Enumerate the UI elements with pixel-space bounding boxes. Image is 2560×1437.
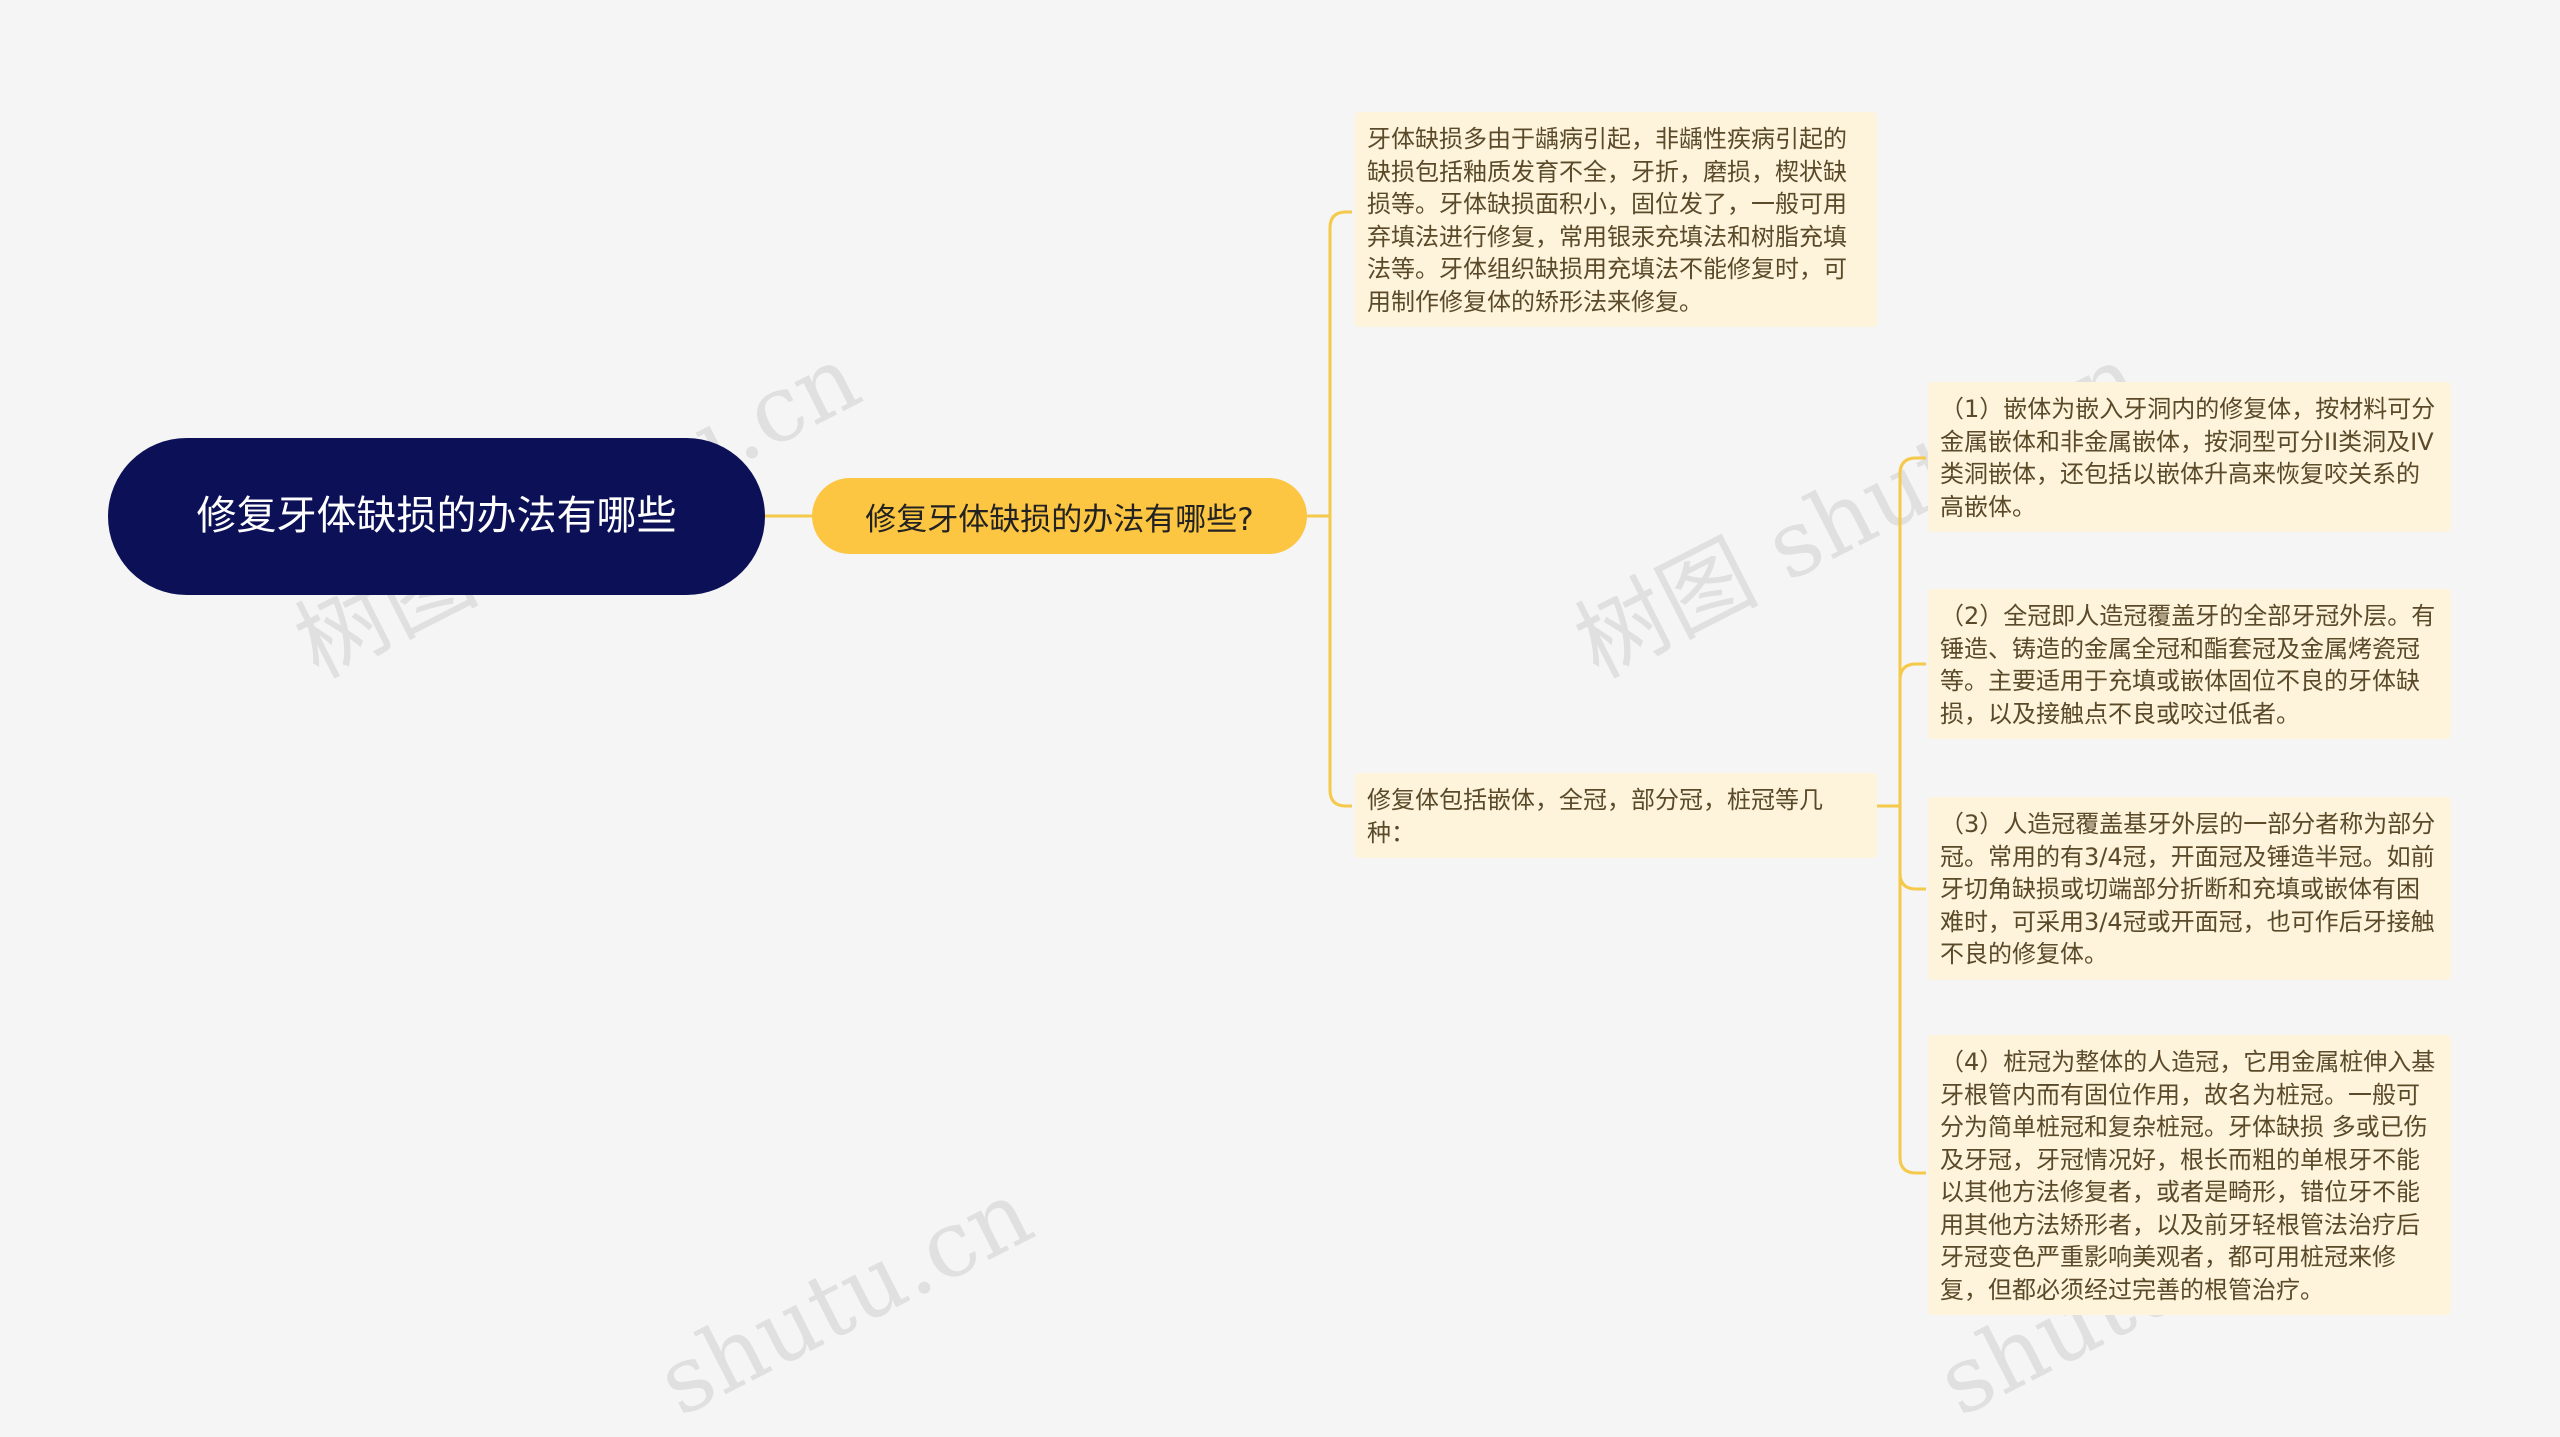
- connector-branch-1: [1328, 210, 1352, 516]
- connector-sub-3: [1898, 806, 1926, 891]
- sub-item-node[interactable]: （3）人造冠覆盖基牙外层的一部分者称为部分冠。常用的有3/4冠，开面冠及锤造半冠…: [1928, 797, 2451, 980]
- branch-text: 牙体缺损多由于龋病引起，非龋性疾病引起的缺损包括釉质发育不全，牙折，磨损，楔状缺…: [1367, 125, 1847, 316]
- connector-sub-2: [1898, 662, 1926, 806]
- root-node-label: 修复牙体缺损的办法有哪些: [196, 493, 677, 539]
- connector-sub-1: [1898, 456, 1926, 806]
- sub-item-text: （2）全冠即人造冠覆盖牙的全部牙冠外层。有锤造、铸造的金属全冠和酯套冠及金属烤瓷…: [1940, 602, 2436, 728]
- sub-item-text: （4）桩冠为整体的人造冠，它用金属桩伸入基牙根管内而有固位作用，故名为桩冠。一般…: [1940, 1048, 2436, 1304]
- connector-branch-2: [1328, 516, 1352, 808]
- connector-sub-4: [1898, 806, 1926, 1175]
- sub-item-node[interactable]: （2）全冠即人造冠覆盖牙的全部牙冠外层。有锤造、铸造的金属全冠和酯套冠及金属烤瓷…: [1928, 589, 2451, 739]
- sub-item-node[interactable]: （1）嵌体为嵌入牙洞内的修复体，按材料可分金属嵌体和非金属嵌体，按洞型可分II类…: [1928, 382, 2451, 532]
- branch-node[interactable]: 修复体包括嵌体，全冠，部分冠，桩冠等几种：: [1355, 773, 1877, 858]
- root-node[interactable]: 修复牙体缺损的办法有哪些: [108, 438, 765, 595]
- sub-item-node[interactable]: （4）桩冠为整体的人造冠，它用金属桩伸入基牙根管内而有固位作用，故名为桩冠。一般…: [1928, 1035, 2451, 1315]
- main-topic-node[interactable]: 修复牙体缺损的办法有哪些?: [812, 478, 1307, 554]
- sub-item-text: （3）人造冠覆盖基牙外层的一部分者称为部分冠。常用的有3/4冠，开面冠及锤造半冠…: [1940, 810, 2436, 968]
- branch-text: 修复体包括嵌体，全冠，部分冠，桩冠等几种：: [1367, 786, 1823, 847]
- sub-item-text: （1）嵌体为嵌入牙洞内的修复体，按材料可分金属嵌体和非金属嵌体，按洞型可分II类…: [1940, 395, 2436, 521]
- mindmap-canvas: 树图 shutu.cn 树图 shutu.cn shutu.cn shutu.c…: [0, 0, 2560, 1437]
- main-topic-label: 修复牙体缺损的办法有哪些?: [865, 501, 1254, 538]
- branch-node[interactable]: 牙体缺损多由于龋病引起，非龋性疾病引起的缺损包括釉质发育不全，牙折，磨损，楔状缺…: [1355, 112, 1877, 327]
